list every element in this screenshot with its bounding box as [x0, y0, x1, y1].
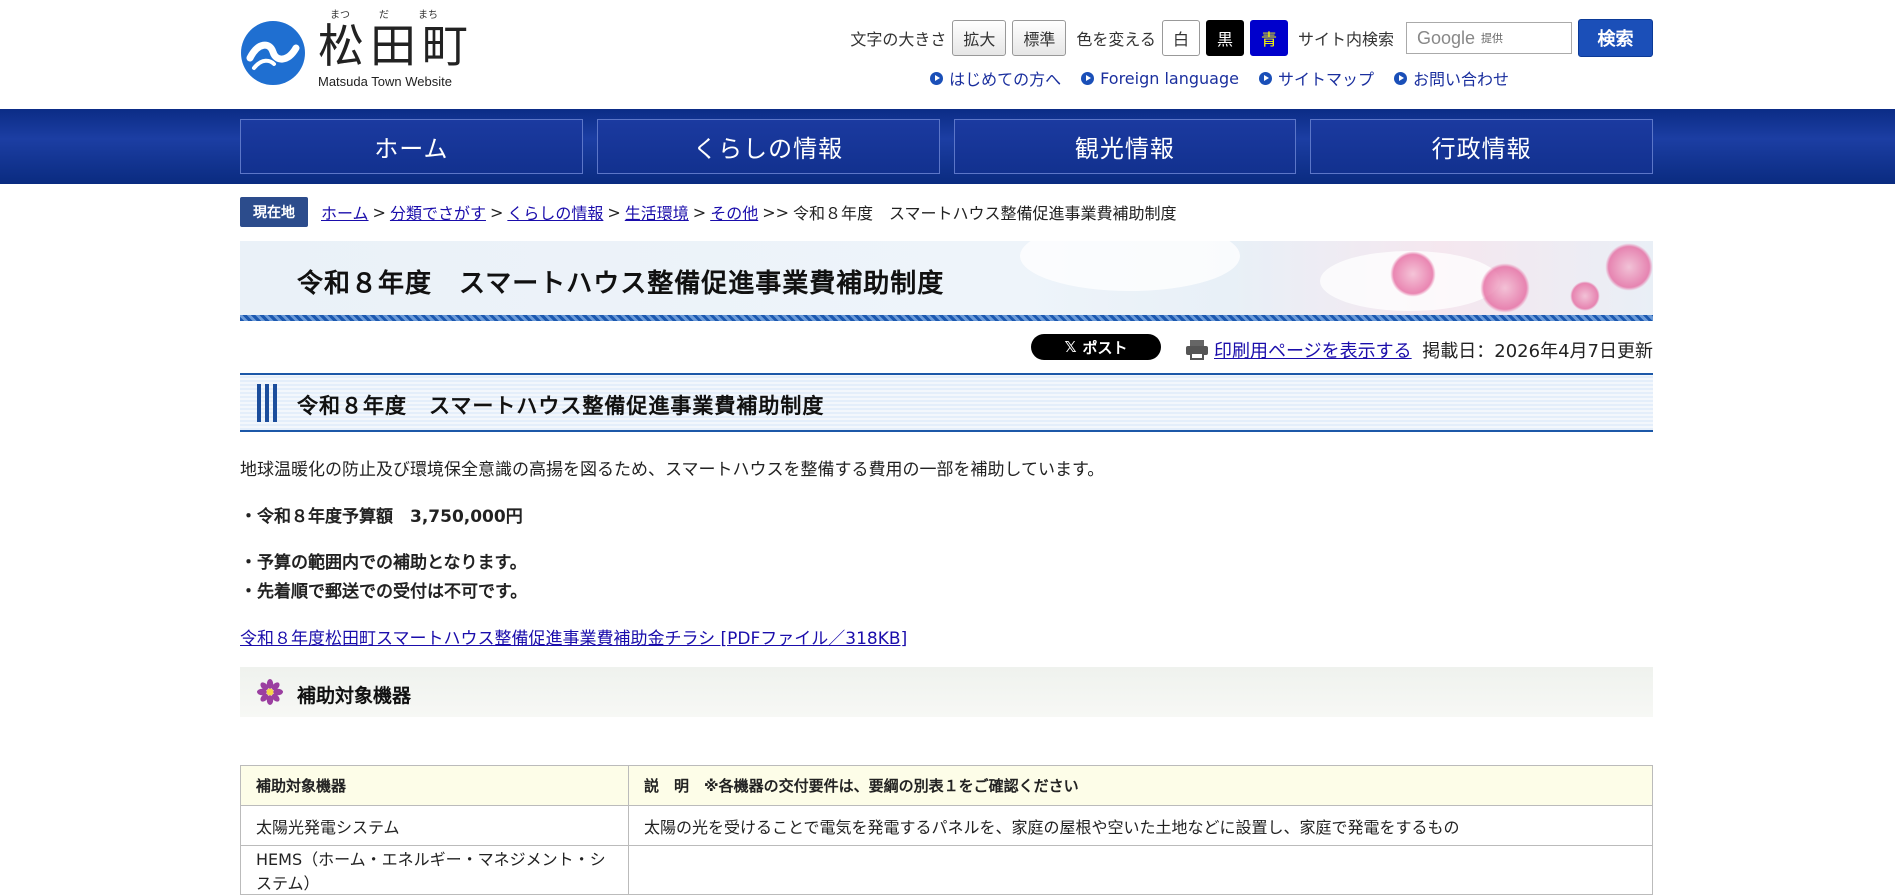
table-header-cell: 補助対象機器 — [240, 765, 629, 806]
flower-decoration — [1390, 251, 1436, 297]
link-first-visit[interactable]: はじめての方へ — [930, 66, 1061, 90]
printer-icon — [1186, 340, 1208, 360]
link-foreign-language[interactable]: Foreign language — [1081, 66, 1239, 90]
logo-ruby: まつ だ まち — [318, 6, 474, 21]
link-first-visit-label: はじめての方へ — [949, 70, 1062, 89]
x-post-label: ポスト — [1082, 338, 1128, 357]
x-post-button[interactable]: 𝕏 ポスト — [1031, 334, 1161, 360]
subsection-heading: 補助対象機器 — [240, 667, 1653, 717]
arrow-bullet-icon — [930, 71, 944, 85]
print-page: 印刷用ページを表示する — [1186, 337, 1412, 363]
font-size-large-button[interactable]: 拡大 — [952, 20, 1007, 56]
nav-tourism[interactable]: 観光情報 — [953, 119, 1297, 174]
link-contact-label: お問い合わせ — [1412, 70, 1509, 89]
table-row: 太陽光発電システム 太陽の光を受けることで電気を発電するパネルを、家庭の屋根や空… — [240, 805, 1653, 846]
flower-decoration — [1605, 243, 1653, 291]
table-row: HEMS（ホーム・エネルギー・マネジメント・システム） — [240, 845, 1653, 895]
breadcrumb-link-environment[interactable]: 生活環境 — [625, 200, 689, 224]
nav-administration[interactable]: 行政情報 — [1310, 119, 1653, 174]
link-sitemap[interactable]: サイトマップ — [1258, 66, 1374, 90]
flower-decoration — [1480, 263, 1530, 313]
logo-ruby-1: まつ — [330, 10, 350, 21]
pdf-flyer-link[interactable]: 令和８年度松田町スマートハウス整備促進事業費補助金チラシ [PDFファイル／31… — [240, 624, 907, 649]
breadcrumb: 現在地 ホーム > 分類でさがす > くらしの情報 > 生活環境 > その他 >> 令和８… — [240, 197, 1177, 227]
color-blue-button[interactable]: 青 — [1249, 20, 1288, 56]
nav-living[interactable]: くらしの情報 — [596, 119, 940, 174]
page-title: 令和８年度 スマートハウス整備促進事業費補助制度 — [297, 269, 945, 299]
color-white-button[interactable]: 白 — [1161, 20, 1200, 56]
logo-ruby-3: まち — [418, 10, 438, 21]
breadcrumb-link-category[interactable]: 分類でさがす — [390, 200, 486, 224]
banner-underline — [240, 315, 1653, 321]
link-foreign-language-label: Foreign language — [1100, 68, 1239, 88]
color-black-button[interactable]: 黒 — [1205, 20, 1244, 56]
note-first-come: ・先着順で郵送での受付は不可です。 — [240, 582, 528, 602]
global-nav: ホーム くらしの情報 観光情報 行政情報 — [240, 119, 1653, 174]
breadcrumb-link-living[interactable]: くらしの情報 — [507, 200, 603, 224]
table-cell: HEMS（ホーム・エネルギー・マネジメント・システム） — [240, 845, 629, 895]
print-page-link[interactable]: 印刷用ページを表示する — [1214, 337, 1412, 363]
table-cell: 太陽の光を受けることで電気を発電するパネルを、家庭の屋根や空いた土地などに設置し… — [628, 805, 1653, 846]
flower-icon — [257, 679, 283, 705]
table-cell: 太陽光発電システム — [240, 805, 629, 846]
link-sitemap-label: サイトマップ — [1277, 70, 1374, 89]
table-cell — [628, 845, 1653, 895]
site-header: まつ だ まち 松田町 Matsuda Town Website 文字の大きさ … — [240, 0, 1653, 108]
site-search-label: サイト内検索 — [1297, 30, 1394, 49]
note-range: ・予算の範囲内での補助となります。 — [240, 553, 527, 573]
utility-bar: 文字の大きさ 拡大 標準 色を変える 白 黒 青 サイト内検索 Google 提… — [850, 19, 1653, 57]
logo-ruby-2: だ — [379, 10, 389, 21]
search-placeholder-suffix: 提供 — [1481, 33, 1504, 45]
section-heading: 令和８年度 スマートハウス整備促進事業費補助制度 — [240, 373, 1653, 432]
logo-title: 松田町 — [318, 19, 474, 73]
heading-bars-icon — [257, 384, 277, 422]
arrow-bullet-icon — [1258, 71, 1272, 85]
logo-subtitle: Matsuda Town Website — [318, 74, 452, 89]
site-logo[interactable]: まつ だ まち 松田町 Matsuda Town Website — [240, 6, 474, 89]
page-title-banner: 令和８年度 スマートハウス整備促進事業費補助制度 — [240, 241, 1653, 321]
breadcrumb-tag: 現在地 — [240, 197, 308, 227]
budget-text: ・令和８年度予算額 3,750,000円 — [240, 507, 523, 527]
search-placeholder-brand: Google — [1417, 27, 1476, 48]
page-actions: 𝕏 ポスト 印刷用ページを表示する 掲載日：2026年4月7日更新 — [240, 332, 1653, 366]
table-header-cell: 説 明 ※各機器の交付要件は、要綱の別表１をご確認ください — [628, 765, 1653, 806]
intro-text: 地球温暖化の防止及び環境保全意識の高揚を図るため、スマートハウスを整備する費用の… — [240, 460, 1105, 480]
breadcrumb-current: 令和８年度 スマートハウス整備促進事業費補助制度 — [793, 204, 1177, 223]
search-input[interactable]: Google 提供 — [1406, 22, 1572, 54]
section-heading-title: 令和８年度 スマートハウス整備促進事業費補助制度 — [297, 394, 825, 418]
search-button[interactable]: 検索 — [1578, 19, 1653, 57]
subsection-heading-title: 補助対象機器 — [297, 685, 412, 707]
breadcrumb-link-home[interactable]: ホーム — [321, 200, 369, 224]
town-emblem-icon — [241, 21, 305, 85]
color-label: 色を変える — [1076, 30, 1156, 49]
arrow-bullet-icon — [1393, 71, 1407, 85]
font-size-label: 文字の大きさ — [850, 30, 947, 49]
link-contact[interactable]: お問い合わせ — [1393, 66, 1509, 90]
nav-home[interactable]: ホーム — [240, 119, 583, 174]
update-date: 掲載日：2026年4月7日更新 — [1422, 341, 1653, 362]
table-header-row: 補助対象機器 説 明 ※各機器の交付要件は、要綱の別表１をご確認ください — [240, 765, 1653, 806]
arrow-bullet-icon — [1081, 71, 1095, 85]
x-logo-icon: 𝕏 — [1064, 338, 1077, 356]
flower-decoration — [1570, 281, 1600, 311]
breadcrumb-link-other[interactable]: その他 — [710, 200, 758, 224]
eligible-equipment-table: 補助対象機器 説 明 ※各機器の交付要件は、要綱の別表１をご確認ください 太陽光… — [240, 765, 1653, 895]
header-sublinks: はじめての方へ Foreign language サイトマップ お問い合わせ — [930, 66, 1509, 90]
font-size-normal-button[interactable]: 標準 — [1012, 20, 1067, 56]
